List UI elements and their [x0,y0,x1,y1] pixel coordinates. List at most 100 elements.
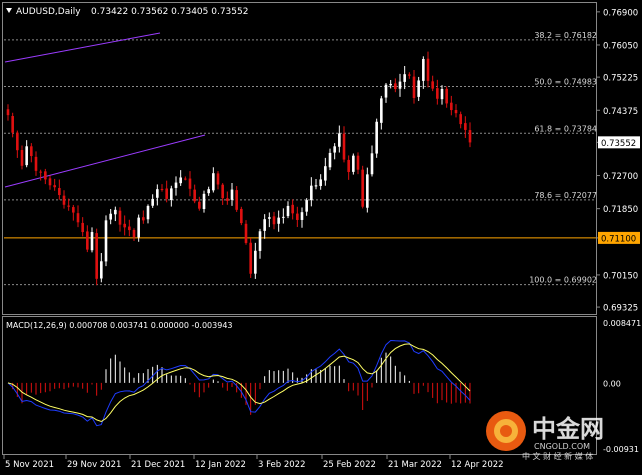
candle-body [25,146,28,166]
candle-body [39,171,42,173]
candle-body [212,173,215,191]
candle-body [370,153,374,175]
candle-body [440,89,444,100]
candle-body [72,207,75,213]
candle-body [100,261,103,279]
cngold-watermark: 中金网 CNGOLD.COM 中 文 财 经 新 媒 体 [486,411,604,461]
candle-body [174,182,178,188]
candle-body [291,204,294,214]
date-label: 5 Nov 2021 [5,460,54,470]
candle-body [170,188,173,201]
candle-body [44,171,47,180]
candle-body [142,217,145,221]
candle-body [356,155,360,170]
candle-body [30,146,33,157]
candle-body [347,159,350,173]
candle-body [184,178,187,180]
candle [375,118,378,158]
candle-body [408,74,411,76]
candle-body [202,193,206,210]
candle-body [62,195,66,205]
price-tick-label: 0.76900 [603,8,638,18]
candle-body [468,130,472,143]
price-tick-label: 0.75225 [603,74,638,84]
candle-body [254,250,257,274]
candle-body [81,222,84,233]
candle-body [244,223,248,243]
fib-label: 50.0 = 0.74983 [534,78,597,87]
candle-body [207,189,210,194]
candle-body [450,102,453,111]
macd-tick-label: 0.00 [603,379,621,388]
candle-body [272,216,276,225]
date-label: 12 Jan 2022 [195,460,246,470]
date-label: 29 Nov 2021 [67,460,121,470]
candle-body [328,152,332,168]
candle-body [221,184,224,199]
candle-body [123,223,126,228]
candle-body [296,213,299,220]
candle-body [384,84,388,98]
candle-body [188,178,192,189]
candle-body [403,74,406,82]
price-tick-label: 0.76050 [603,41,638,51]
candle-body [305,200,308,212]
candle-body [417,80,420,97]
price-tick-label: 0.74375 [603,107,638,117]
price-tick-label: 0.69325 [603,304,638,314]
candle-body [300,212,304,220]
candle-body [240,208,243,224]
candle-body [324,166,327,181]
candle-body [151,198,154,206]
candle-body [198,201,201,209]
macd-label: MACD(12,26,9) 0.000708 0.003741 0.000000… [6,321,233,330]
candle-body [268,217,271,219]
candle-body [90,232,94,251]
candle-body [20,149,24,166]
candle-body [431,81,434,89]
fib-label: 100.0 = 0.69902 [529,276,597,285]
candle [104,215,108,267]
candle [361,165,364,209]
macd-tick-label: 0.008471 [603,319,641,328]
candle-body [352,155,355,172]
candle-body [394,83,397,90]
price-chart[interactable]: 38.2 = 0.76182 50.0 = 0.74983 61.8 = 0.737… [0,0,642,471]
candle-body [412,76,416,98]
candle-body [263,219,266,231]
date-label: 21 Dec 2021 [131,460,185,470]
candle-body [160,188,164,190]
candle-body [67,205,70,207]
price-tick-label: 0.72700 [603,172,638,182]
candle-body [445,88,448,104]
fib-label: 61.8 = 0.73784 [534,124,597,133]
candle-body [282,216,285,218]
candle-body [216,173,220,185]
candle-body [398,81,402,89]
candle-body [389,83,392,86]
candle-body [58,188,61,196]
candle-body [137,217,140,238]
candle-body [118,210,122,225]
watermark-domain: CNGOLD.COM [534,442,590,451]
candle-body [319,179,322,186]
candle-body [34,156,38,171]
candle-body [193,189,196,202]
candle-body [156,189,159,198]
symbol-label: AUDUSD,Daily [16,7,81,17]
candle-body [146,205,150,220]
watermark-slogan: 中 文 财 经 新 媒 体 [522,451,593,461]
candle-body [230,189,234,200]
candle-body [249,242,252,274]
watermark-brand: 中金网 [532,415,604,443]
candle [352,153,355,175]
candle-body [226,198,229,201]
candle-body [109,213,112,220]
candle-body [286,205,290,217]
candle-body [6,109,10,116]
date-label: 3 Feb 2022 [258,460,306,470]
candle [249,238,252,278]
highlight-price-label: 0.71100 [601,234,636,244]
candle-body [422,59,425,81]
candle [95,228,98,286]
